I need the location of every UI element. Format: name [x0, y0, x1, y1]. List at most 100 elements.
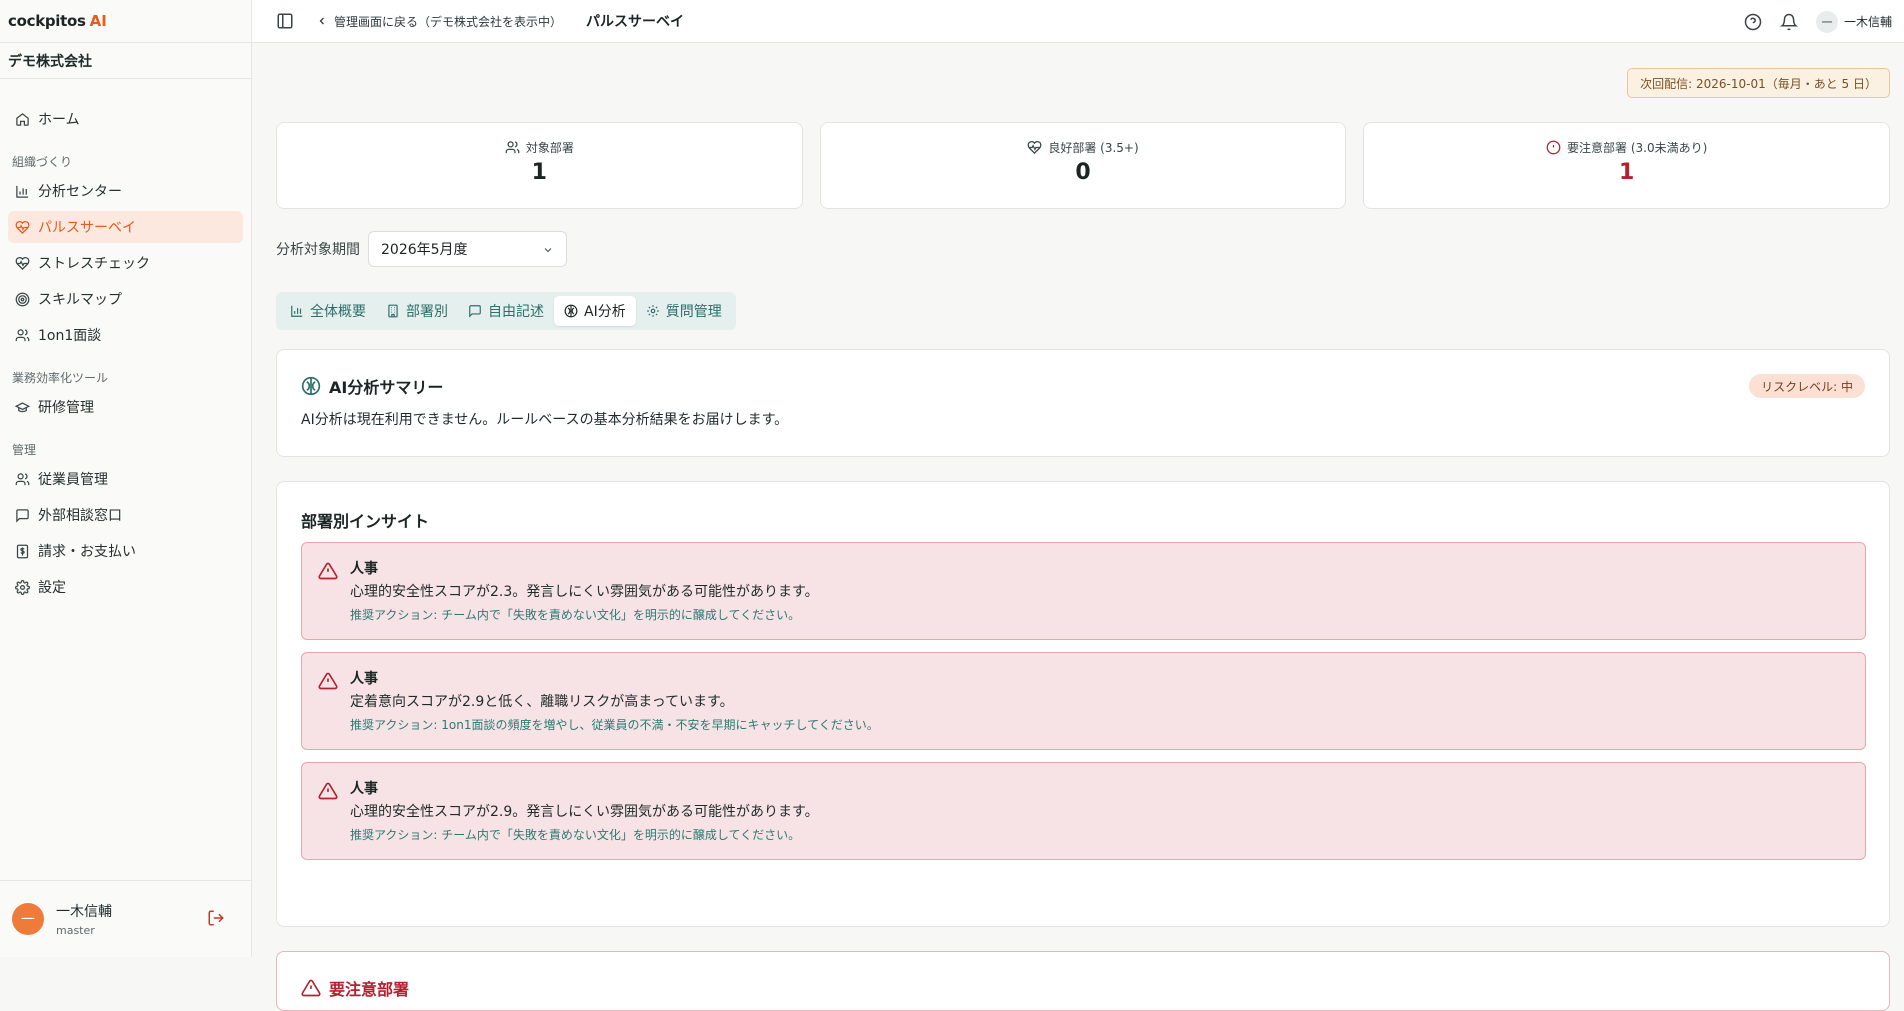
sidebar-item-label: 研修管理	[38, 400, 94, 416]
sidebar-item-skill-map[interactable]: スキルマップ	[8, 283, 243, 315]
sidebar-item-home[interactable]: ホーム	[8, 103, 243, 135]
message-square-icon	[468, 304, 482, 318]
sidebar-item-pulse-survey[interactable]: パルスサーベイ	[8, 211, 243, 243]
summary-title: AI分析サマリー	[329, 378, 444, 397]
section-label-admin: 管理	[12, 443, 37, 457]
sidebar-item-stress-check[interactable]: ストレスチェック	[8, 247, 243, 279]
sidebar-nav: ホーム 組織づくり 分析センター パルスサーベイ ストレスチェック スキルマップ…	[0, 79, 251, 603]
chevron-down-icon	[542, 244, 554, 256]
page-title: パルスサーベイ	[586, 14, 685, 30]
bar-chart-icon	[14, 183, 30, 199]
header-avatar[interactable]: 一	[1815, 10, 1838, 33]
target-icon	[14, 291, 30, 307]
stat-value: 0	[1075, 160, 1091, 185]
help-icon[interactable]	[1744, 13, 1762, 31]
stat-value: 1	[1619, 160, 1635, 185]
ai-summary-card: AI分析サマリー AI分析は現在利用できません。ルールベースの基本分析結果をお届…	[276, 349, 1890, 457]
main-content: 次回配信: 2026-10-01（毎月・あと 5 日） 対象部署 1 良好部署 …	[252, 43, 1904, 1011]
top-header: 管理画面に戻る（デモ株式会社を表示中） パルスサーベイ 一 一木信輔	[252, 0, 1904, 43]
insight-action: 推奨アクション: 1on1面談の頻度を増やし、従業員の不満・不安を早期にキャッチ…	[350, 718, 879, 732]
sidebar-item-label: 従業員管理	[38, 472, 108, 488]
sidebar-item-analytics[interactable]: 分析センター	[8, 175, 243, 207]
sidebar-item-label: ホーム	[38, 112, 80, 128]
brain-icon	[564, 304, 578, 318]
warning-triangle-icon	[318, 561, 338, 581]
period-value: 2026年5月度	[381, 242, 468, 258]
sidebar-item-label: パルスサーベイ	[38, 220, 136, 236]
back-to-admin-link[interactable]: 管理画面に戻る（デモ株式会社を表示中）	[316, 13, 562, 30]
user-role: master	[56, 924, 95, 937]
stat-value: 1	[531, 160, 547, 185]
tab-by-department[interactable]: 部署別	[376, 296, 458, 326]
heart-pulse-icon	[14, 255, 30, 271]
sidebar-item-employees[interactable]: 従業員管理	[8, 463, 243, 495]
users-icon	[14, 471, 30, 487]
sidebar-item-training[interactable]: 研修管理	[8, 391, 243, 423]
warning-triangle-icon	[318, 671, 338, 691]
attention-departments-card: 要注意部署	[276, 951, 1890, 1011]
tab-overview[interactable]: 全体概要	[280, 296, 376, 326]
user-profile: 一 一木信輔 master	[0, 880, 251, 957]
insight-message: 定着意向スコアが2.9と低く、離職リスクが高まっています。	[350, 694, 734, 710]
graduation-cap-icon	[14, 399, 30, 415]
stats-row: 対象部署 1 良好部署 (3.5+) 0 要注意部署 (3.0未満あり) 1	[276, 122, 1891, 209]
avatar[interactable]: 一	[12, 903, 44, 935]
company-name: デモ株式会社	[0, 43, 251, 79]
tab-label: 部署別	[406, 304, 448, 320]
tab-bar: 全体概要 部署別 自由記述 AI分析 質問管理	[276, 292, 736, 330]
insight-department: 人事	[350, 671, 378, 687]
brand-logo[interactable]: cockpitos AI	[0, 0, 251, 43]
sidebar-item-label: 分析センター	[38, 184, 122, 200]
insights-title: 部署別インサイト	[301, 512, 430, 531]
insight-message: 心理的安全性スコアが2.3。発言しにくい雰囲気がある可能性があります。	[350, 584, 819, 600]
tab-label: 質問管理	[665, 304, 722, 320]
sidebar-item-settings[interactable]: 設定	[8, 571, 243, 603]
sidebar-item-label: 請求・お支払い	[38, 544, 136, 560]
sidebar-item-1on1[interactable]: 1on1面談	[8, 319, 243, 351]
sidebar-item-label: 1on1面談	[38, 328, 102, 344]
tab-free-text[interactable]: 自由記述	[458, 296, 554, 326]
heart-pulse-icon	[14, 219, 30, 235]
attention-title: 要注意部署	[329, 980, 410, 999]
tab-label: 自由記述	[488, 304, 544, 320]
tab-question-management[interactable]: 質問管理	[636, 296, 732, 326]
sidebar: cockpitos AI デモ株式会社 ホーム 組織づくり 分析センター パルス…	[0, 0, 252, 957]
heart-pulse-icon	[1027, 140, 1042, 155]
insight-alert: 人事 心理的安全性スコアが2.3。発言しにくい雰囲気がある可能性があります。 推…	[301, 542, 1866, 640]
bell-icon[interactable]	[1779, 13, 1798, 31]
message-square-icon	[14, 507, 30, 523]
sidebar-toggle-icon[interactable]	[276, 12, 294, 30]
building-icon	[386, 304, 400, 318]
insight-department: 人事	[350, 781, 378, 797]
brain-icon	[301, 376, 321, 396]
section-label-org: 組織づくり	[12, 155, 73, 169]
home-icon	[14, 111, 30, 127]
logout-icon[interactable]	[207, 909, 225, 927]
gear-icon	[646, 304, 660, 318]
department-insights-card: 部署別インサイト 人事 心理的安全性スコアが2.3。発言しにくい雰囲気がある可能…	[276, 481, 1890, 927]
period-select[interactable]: 2026年5月度	[368, 231, 567, 267]
sidebar-item-consultation[interactable]: 外部相談窓口	[8, 499, 243, 531]
sidebar-item-label: 設定	[38, 580, 66, 596]
insight-department: 人事	[350, 561, 378, 577]
receipt-icon	[14, 543, 30, 559]
tab-ai-analysis[interactable]: AI分析	[554, 296, 636, 326]
brand-name: cockpitos	[8, 12, 86, 30]
tab-label: 全体概要	[310, 304, 366, 320]
stat-card-attention: 要注意部署 (3.0未満あり) 1	[1363, 122, 1891, 209]
brand-ai: AI	[89, 12, 107, 30]
users-icon	[505, 140, 520, 155]
header-user-name[interactable]: 一木信輔	[1844, 13, 1892, 30]
user-name: 一木信輔	[56, 904, 112, 920]
stat-label: 対象部署	[525, 141, 574, 155]
insight-action: 推奨アクション: チーム内で「失敗を責めない文化」を明示的に醸成してください。	[350, 608, 801, 622]
sidebar-item-label: ストレスチェック	[38, 256, 150, 272]
tab-label: AI分析	[584, 304, 626, 320]
back-label: 管理画面に戻る（デモ株式会社を表示中）	[334, 14, 563, 29]
chevron-left-icon	[316, 15, 328, 27]
insight-action: 推奨アクション: チーム内で「失敗を責めない文化」を明示的に醸成してください。	[350, 828, 801, 842]
period-filter: 分析対象期間 2026年5月度	[276, 231, 567, 267]
gear-icon	[14, 579, 30, 595]
sidebar-item-billing[interactable]: 請求・お支払い	[8, 535, 243, 567]
section-label-tools: 業務効率化ツール	[12, 371, 109, 385]
